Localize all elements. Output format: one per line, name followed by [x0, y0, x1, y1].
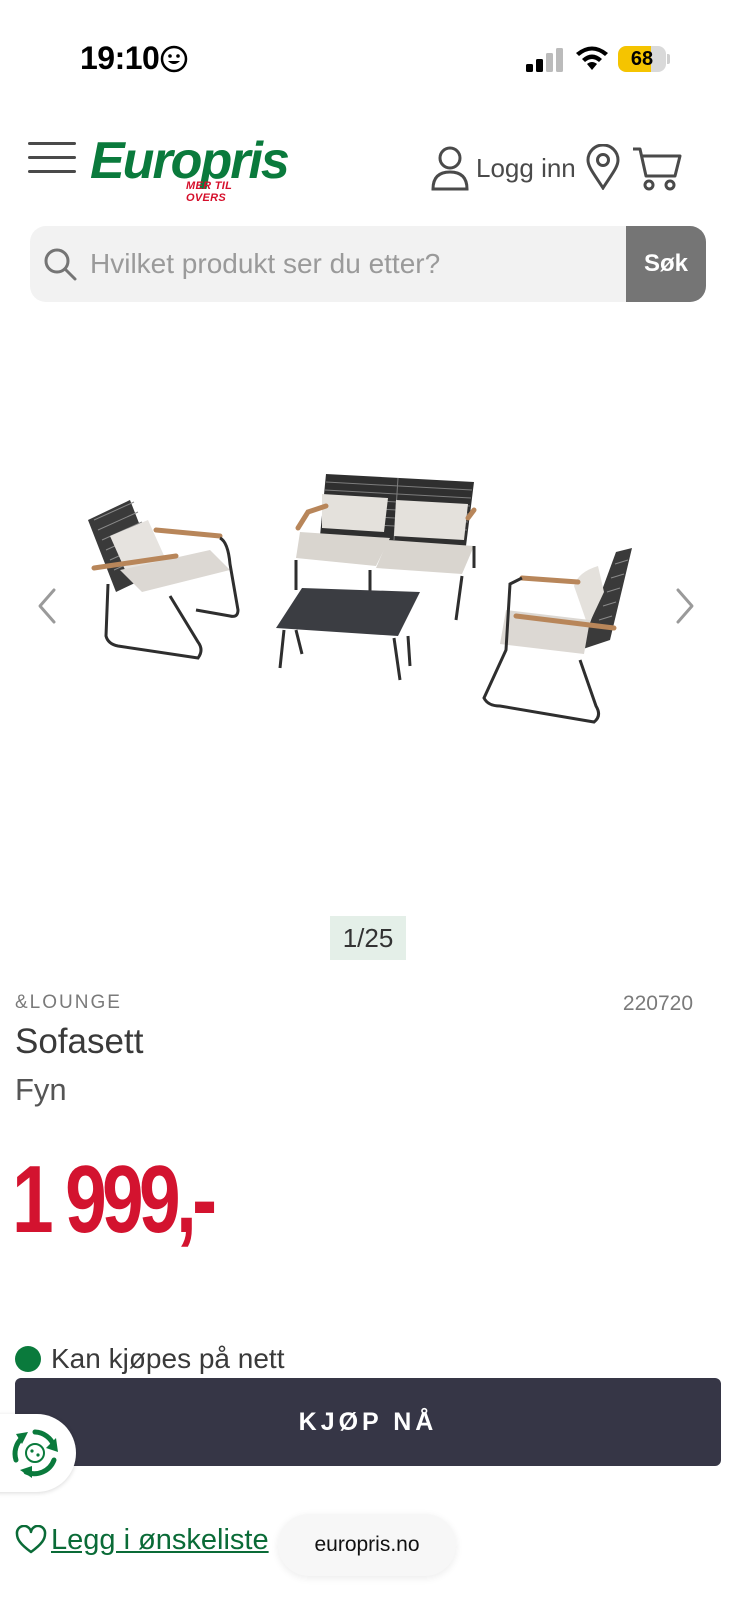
cellular-signal-icon	[526, 48, 563, 72]
battery-indicator: 68	[618, 46, 670, 72]
smiley-icon	[160, 45, 188, 73]
product-sku: 220720	[622, 992, 693, 1015]
heart-icon	[15, 1525, 47, 1554]
search-bar: Søk	[30, 226, 706, 302]
product-gallery	[0, 320, 736, 880]
wishlist-link[interactable]: Legg i ønskeliste	[15, 1520, 269, 1560]
availability-label: Kan kjøpes på nett	[51, 1343, 285, 1374]
product-brand[interactable]: &LOUNGE	[15, 992, 122, 1014]
chevron-left-icon[interactable]	[32, 584, 62, 628]
product-variant: Fyn	[15, 1072, 67, 1107]
status-bar: 19:10 68	[0, 0, 736, 110]
product-name: Sofasett	[15, 1022, 144, 1061]
buy-now-button[interactable]: KJØP NÅ	[15, 1378, 721, 1466]
menu-button[interactable]	[28, 138, 78, 178]
europris-logo[interactable]: Europris MER TIL OVERS	[90, 132, 290, 204]
battery-percent: 68	[630, 48, 654, 70]
product-image[interactable]	[70, 460, 670, 780]
logo-tagline: MER TIL OVERS	[186, 180, 232, 204]
location-pin-icon[interactable]	[586, 144, 620, 190]
status-time: 19:10	[80, 40, 160, 76]
recycle-badge[interactable]	[0, 1414, 76, 1492]
product-price: 1 999,-	[12, 1146, 217, 1253]
cart-icon[interactable]	[632, 146, 682, 192]
browser-url-bar[interactable]: europris.no	[278, 1514, 456, 1576]
wifi-icon	[576, 46, 608, 70]
chevron-right-icon[interactable]	[670, 584, 700, 628]
availability-status: Kan kjøpes på nett	[15, 1342, 284, 1376]
search-input[interactable]	[90, 226, 650, 302]
image-counter: 1/25	[330, 916, 406, 960]
login-label: Logg inn	[476, 152, 576, 183]
search-icon	[44, 248, 77, 281]
recycle-icon	[12, 1429, 58, 1478]
search-button[interactable]: Søk	[626, 226, 706, 302]
wishlist-label: Legg i ønskeliste	[51, 1523, 269, 1556]
status-dot-icon	[15, 1346, 41, 1372]
user-icon	[431, 146, 469, 191]
login-button[interactable]: Logg inn	[430, 144, 576, 192]
